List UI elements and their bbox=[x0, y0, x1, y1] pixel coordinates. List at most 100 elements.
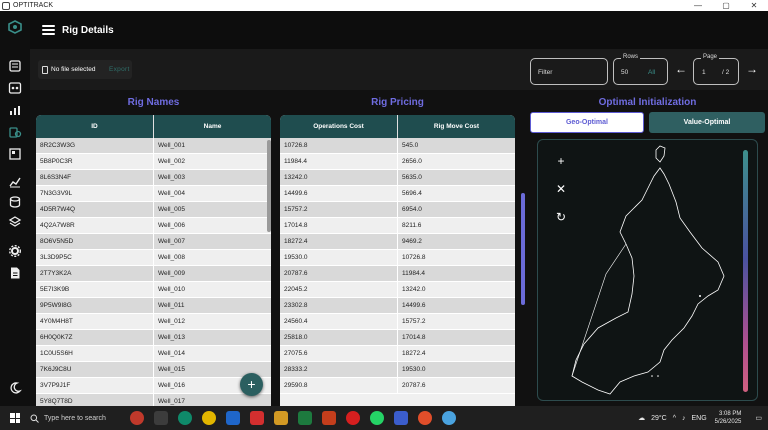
export-button[interactable]: Export bbox=[109, 66, 130, 73]
rig-names-scrollbar[interactable] bbox=[267, 140, 271, 232]
rig-name-row[interactable]: 4D5R7W4Q Well_005 bbox=[36, 202, 271, 218]
opera-browser-icon[interactable] bbox=[346, 411, 360, 425]
table-cell: 22045.2 bbox=[280, 282, 398, 297]
rig-pricing-row[interactable]: 25818.0 17014.8 bbox=[280, 330, 515, 346]
schedule-icon[interactable] bbox=[8, 147, 22, 161]
close-window-button[interactable]: ✕ bbox=[740, 0, 768, 11]
file-icon bbox=[42, 65, 48, 74]
rig-name-row[interactable]: 8L6S3N4F Well_003 bbox=[36, 170, 271, 186]
acrobat-icon[interactable] bbox=[250, 411, 264, 425]
flower-widget-icon[interactable] bbox=[130, 411, 144, 425]
layers-icon[interactable] bbox=[8, 215, 22, 229]
rig-pricing-row[interactable]: 23302.8 14499.6 bbox=[280, 298, 515, 314]
file-explorer-icon[interactable] bbox=[274, 411, 288, 425]
rig-pricing-row[interactable]: 15757.2 6954.0 bbox=[280, 202, 515, 218]
column-header-operations-cost[interactable]: Operations Cost bbox=[280, 115, 398, 138]
page-scrollbar[interactable] bbox=[521, 193, 525, 305]
maximize-button[interactable]: ▢ bbox=[712, 0, 740, 11]
add-rig-button[interactable]: + bbox=[240, 373, 263, 396]
filter-input[interactable]: Filter bbox=[530, 58, 608, 85]
refresh-icon[interactable]: ↻ bbox=[554, 210, 568, 224]
chrome-browser-icon[interactable] bbox=[202, 411, 216, 425]
rig-name-row[interactable]: 5Y8Q7T8D Well_017 bbox=[36, 394, 271, 406]
rig-pricing-row[interactable]: 29590.8 20787.6 bbox=[280, 378, 515, 394]
close-icon[interactable]: ✕ bbox=[554, 182, 568, 196]
column-header-name[interactable]: Name bbox=[154, 115, 271, 138]
whatsapp-icon[interactable] bbox=[370, 411, 384, 425]
weather-icon[interactable]: ☁ bbox=[638, 414, 645, 422]
rig-pricing-row[interactable]: 28333.2 19530.0 bbox=[280, 362, 515, 378]
rig-name-row[interactable]: 6H0Q0K7Z Well_013 bbox=[36, 330, 271, 346]
zoom-in-icon[interactable]: + bbox=[554, 154, 568, 168]
rig-name-row[interactable]: 1C0U5S6H Well_014 bbox=[36, 346, 271, 362]
toolbar: No file selected Export Filter Rows 50 A… bbox=[30, 49, 768, 90]
rig-name-row[interactable]: 9P5W9I8G Well_011 bbox=[36, 298, 271, 314]
dark-mode-moon-icon[interactable] bbox=[8, 381, 22, 395]
rig-pricing-row[interactable]: 19530.0 10726.8 bbox=[280, 250, 515, 266]
rig-pricing-row[interactable]: 14499.6 5696.4 bbox=[280, 186, 515, 202]
notification-icon[interactable]: ▭ bbox=[755, 414, 762, 422]
dashboard-icon[interactable] bbox=[8, 59, 22, 73]
table-cell: 13242.0 bbox=[402, 286, 426, 293]
task-view-icon[interactable] bbox=[154, 411, 168, 425]
rig-pricing-row[interactable]: 17014.8 8211.6 bbox=[280, 218, 515, 234]
taskbar-search[interactable]: Type here to search bbox=[30, 406, 125, 430]
rig-pricing-row[interactable]: 11984.4 2656.0 bbox=[280, 154, 515, 170]
rig-name-row[interactable]: 5B8P0C3R Well_002 bbox=[36, 154, 271, 170]
rig-name-row[interactable]: 5E7I3K9B Well_010 bbox=[36, 282, 271, 298]
rig-name-row[interactable]: 3V7P9J1F Well_016 bbox=[36, 378, 271, 394]
rig-pricing-row[interactable]: 13242.0 5635.0 bbox=[280, 170, 515, 186]
tray-chevron-icon[interactable]: ^ bbox=[673, 415, 676, 422]
language-label[interactable]: ENG bbox=[692, 415, 707, 422]
volume-icon[interactable]: ♪ bbox=[682, 415, 686, 422]
page-label: Page bbox=[701, 54, 720, 60]
rig-pricing-row[interactable]: 18272.4 9469.2 bbox=[280, 234, 515, 250]
edge-browser-icon[interactable] bbox=[178, 411, 192, 425]
rig-name-row[interactable]: 7N3G3V9L Well_004 bbox=[36, 186, 271, 202]
rows-per-page-select[interactable]: Rows 50 All bbox=[613, 54, 668, 85]
excel-icon[interactable] bbox=[298, 411, 312, 425]
rig-name-row[interactable]: 2T7Y3K2A Well_009 bbox=[36, 266, 271, 282]
monitor-icon[interactable] bbox=[8, 81, 22, 95]
rig-name-row[interactable]: 7K6J9C8U Well_015 bbox=[36, 362, 271, 378]
minimize-button[interactable]: — bbox=[684, 0, 712, 11]
windows-start-button[interactable] bbox=[0, 406, 30, 430]
column-header-id[interactable]: ID bbox=[36, 115, 154, 138]
country-outline-map bbox=[571, 145, 725, 395]
database-icon[interactable] bbox=[8, 195, 22, 209]
column-header-rig-move-cost[interactable]: Rig Move Cost bbox=[398, 115, 515, 138]
analytics-icon[interactable] bbox=[8, 103, 22, 117]
rig-pricing-row[interactable]: 27075.6 18272.4 bbox=[280, 346, 515, 362]
rig-name-row[interactable]: 8O6V5N5D Well_007 bbox=[36, 234, 271, 250]
word-icon[interactable] bbox=[226, 411, 240, 425]
report-document-icon[interactable] bbox=[8, 266, 22, 280]
rig-name-row[interactable]: 4Y0M4H8T Well_012 bbox=[36, 314, 271, 330]
python-app-icon[interactable] bbox=[442, 411, 456, 425]
map-panel[interactable]: + ✕ ↻ bbox=[537, 139, 758, 401]
taskbar-clock[interactable]: 3:08 PM 5/26/2025 bbox=[715, 410, 742, 426]
rig-name-row[interactable]: 4Q2A7W8R Well_006 bbox=[36, 218, 271, 234]
previous-page-arrow-icon[interactable]: ← bbox=[675, 63, 687, 75]
trend-chart-icon[interactable] bbox=[8, 175, 22, 189]
rig-pricing-row[interactable]: 24560.4 15757.2 bbox=[280, 314, 515, 330]
tab-value-optimal[interactable]: Value-Optimal bbox=[649, 112, 765, 133]
table-cell: 27075.6 bbox=[280, 346, 398, 361]
media-app-icon[interactable] bbox=[418, 411, 432, 425]
rows-all-option[interactable]: All bbox=[648, 69, 655, 76]
app-brand-icon[interactable] bbox=[8, 20, 22, 34]
powerpoint-icon[interactable] bbox=[322, 411, 336, 425]
settings-gear-icon[interactable] bbox=[8, 244, 22, 258]
rig-name-row[interactable]: 3L3D9P5C Well_008 bbox=[36, 250, 271, 266]
rig-pricing-row[interactable]: 22045.2 13242.0 bbox=[280, 282, 515, 298]
tab-geo-optimal[interactable]: Geo-Optimal bbox=[530, 112, 644, 133]
next-page-arrow-icon[interactable]: → bbox=[746, 63, 758, 75]
optitrack-taskbar-icon[interactable] bbox=[394, 411, 408, 425]
rig-pricing-row[interactable]: 20787.6 11984.4 bbox=[280, 266, 515, 282]
rig-pricing-row[interactable]: 10726.8 545.0 bbox=[280, 138, 515, 154]
page-number-input[interactable]: Page 1 / 2 bbox=[693, 54, 739, 85]
rig-details-icon[interactable] bbox=[8, 125, 22, 139]
menu-hamburger-icon[interactable] bbox=[42, 25, 55, 35]
rig-name-row[interactable]: 8R2C3W3G Well_001 bbox=[36, 138, 271, 154]
temperature-label[interactable]: 29°C bbox=[651, 415, 667, 422]
rig-pricing-table: Operations Cost Rig Move Cost 10726.8 545… bbox=[280, 115, 515, 406]
